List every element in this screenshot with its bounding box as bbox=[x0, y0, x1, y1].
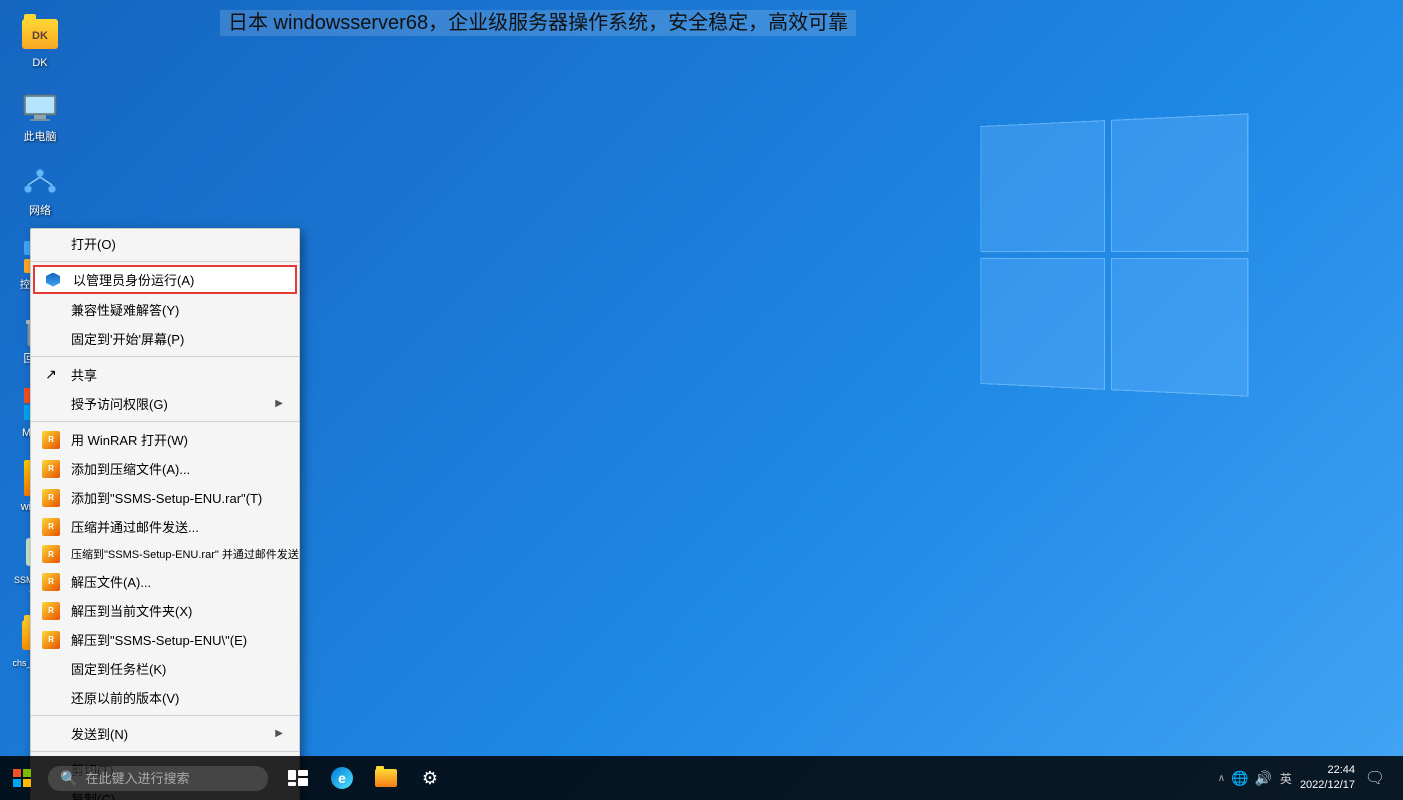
context-menu-open-label: 打开(O) bbox=[71, 234, 116, 253]
desktop-icon-dk[interactable]: DK DK bbox=[5, 10, 75, 74]
top-banner: 日本 windowsserver68，企业级服务器操作系统，安全稳定，高效可靠 bbox=[200, 0, 1403, 41]
winrar-icon-2: R bbox=[41, 459, 61, 479]
context-menu-open-winrar-label: 用 WinRAR 打开(W) bbox=[71, 430, 188, 449]
desktop-icon-dk-label: DK bbox=[32, 57, 47, 70]
task-view-button[interactable] bbox=[276, 756, 320, 800]
context-menu-pin-taskbar[interactable]: 固定到任务栏(K) bbox=[31, 654, 299, 683]
clock[interactable]: 22:44 2022/12/17 bbox=[1300, 763, 1355, 794]
separator-4 bbox=[31, 751, 299, 752]
context-menu-extract-to-folder[interactable]: R 解压到"SSMS-Setup-ENU\"(E) bbox=[31, 625, 299, 654]
separator-2 bbox=[31, 421, 299, 422]
context-menu-compress-ssms-email-label: 压缩到"SSMS-Setup-ENU.rar" 并通过邮件发送 bbox=[71, 546, 299, 562]
context-menu-add-archive-label: 添加到压缩文件(A)... bbox=[71, 459, 190, 478]
win-pane-4 bbox=[1111, 258, 1248, 397]
context-menu-add-to-archive[interactable]: R 添加到压缩文件(A)... bbox=[31, 454, 299, 483]
context-menu-open-with-winrar[interactable]: R 用 WinRAR 打开(W) bbox=[31, 425, 299, 454]
notification-button[interactable]: 🗨 bbox=[1355, 756, 1395, 800]
context-menu-extract-here-label: 解压到当前文件夹(X) bbox=[71, 601, 192, 620]
windows-logo bbox=[973, 120, 1243, 390]
file-explorer-icon bbox=[375, 769, 397, 787]
winrar-icon-1: R bbox=[41, 430, 61, 450]
separator-3 bbox=[31, 715, 299, 716]
context-menu-extract-files[interactable]: R 解压文件(A)... bbox=[31, 567, 299, 596]
share-icon: ↗ bbox=[41, 365, 61, 385]
context-menu-open[interactable]: 打开(O) bbox=[31, 229, 299, 258]
arrow-icon: ▶ bbox=[275, 398, 283, 409]
context-menu-run-as-admin-label: 以管理员身份运行(A) bbox=[73, 270, 194, 289]
context-menu-send-to-label: 发送到(N) bbox=[71, 724, 128, 743]
context-menu-add-to-ssms-rar[interactable]: R 添加到"SSMS-Setup-ENU.rar"(T) bbox=[31, 483, 299, 512]
context-menu-compress-email-label: 压缩并通过邮件发送... bbox=[71, 517, 199, 536]
context-menu-compatibility-label: 兼容性疑难解答(Y) bbox=[71, 300, 179, 319]
separator-1 bbox=[31, 356, 299, 357]
win-pane-3 bbox=[980, 258, 1105, 390]
tray-icons-area: 🌐 🔊 bbox=[1231, 770, 1272, 787]
settings-icon: ⚙ bbox=[422, 768, 438, 789]
notification-icon: 🗨 bbox=[1365, 768, 1385, 788]
context-menu-grant-access-label: 授予访问权限(G) bbox=[71, 394, 168, 413]
network-icon bbox=[22, 167, 58, 197]
tray-chevron-icon[interactable]: ∧ bbox=[1218, 773, 1225, 784]
clock-date: 2022/12/17 bbox=[1300, 778, 1355, 793]
taskbar: 🔍 e ⚙ ∧ bbox=[0, 756, 1403, 800]
edge-icon: e bbox=[331, 767, 353, 789]
winrar-icon-4: R bbox=[41, 517, 61, 537]
context-menu-add-ssms-rar-label: 添加到"SSMS-Setup-ENU.rar"(T) bbox=[71, 488, 262, 507]
desktop-icon-network[interactable]: 网络 bbox=[5, 158, 75, 222]
context-menu-extract-here[interactable]: R 解压到当前文件夹(X) bbox=[31, 596, 299, 625]
language-indicator[interactable]: 英 bbox=[1280, 770, 1292, 787]
winrar-icon-7: R bbox=[41, 601, 61, 621]
separator-0 bbox=[31, 261, 299, 262]
desktop-icon-this-pc[interactable]: 此电脑 bbox=[5, 84, 75, 148]
banner-text: 日本 windowsserver68，企业级服务器操作系统，安全稳定，高效可靠 bbox=[220, 10, 856, 36]
start-button[interactable] bbox=[0, 756, 44, 800]
context-menu-compress-email[interactable]: R 压缩并通过邮件发送... bbox=[31, 512, 299, 541]
clock-time: 22:44 bbox=[1327, 763, 1355, 778]
arrow-icon-2: ▶ bbox=[275, 728, 283, 739]
context-menu-send-to[interactable]: 发送到(N) ▶ bbox=[31, 719, 299, 748]
context-menu-share-label: 共享 bbox=[71, 365, 97, 384]
winrar-icon-3: R bbox=[41, 488, 61, 508]
desktop: 日本 windowsserver68，企业级服务器操作系统，安全稳定，高效可靠 … bbox=[0, 0, 1403, 800]
context-menu-pin-start[interactable]: 固定到'开始'屏幕(P) bbox=[31, 324, 299, 353]
network-tray-icon[interactable]: 🌐 bbox=[1231, 770, 1248, 787]
context-menu-extract-files-label: 解压文件(A)... bbox=[71, 572, 151, 591]
settings-button[interactable]: ⚙ bbox=[408, 756, 452, 800]
task-view-icon bbox=[288, 770, 308, 786]
volume-tray-icon[interactable]: 🔊 bbox=[1254, 770, 1271, 787]
edge-button[interactable]: e bbox=[320, 756, 364, 800]
winrar-icon-6: R bbox=[41, 572, 61, 592]
context-menu-restore-prev-label: 还原以前的版本(V) bbox=[71, 688, 179, 707]
context-menu: 打开(O) 以管理员身份运行(A) 兼容性疑难解答(Y) 固定到'开始'屏幕(P… bbox=[30, 228, 300, 800]
context-menu-pin-taskbar-label: 固定到任务栏(K) bbox=[71, 659, 166, 678]
computer-icon bbox=[22, 93, 58, 123]
win-pane-2 bbox=[1111, 113, 1248, 252]
desktop-icon-network-label: 网络 bbox=[29, 205, 51, 218]
taskbar-search-box[interactable]: 🔍 bbox=[48, 766, 268, 791]
context-menu-pin-start-label: 固定到'开始'屏幕(P) bbox=[71, 329, 184, 348]
search-icon: 🔍 bbox=[60, 770, 77, 787]
winrar-icon-5: R bbox=[41, 544, 61, 564]
context-menu-share[interactable]: ↗ 共享 bbox=[31, 360, 299, 389]
start-icon bbox=[13, 769, 31, 787]
desktop-icon-this-pc-label: 此电脑 bbox=[24, 131, 57, 144]
taskbar-pinned-apps: e ⚙ bbox=[276, 756, 452, 800]
win-pane-1 bbox=[980, 120, 1105, 252]
file-explorer-button[interactable] bbox=[364, 756, 408, 800]
context-menu-grant-access[interactable]: 授予访问权限(G) ▶ bbox=[31, 389, 299, 418]
search-input[interactable] bbox=[85, 771, 256, 786]
context-menu-compress-ssms-email[interactable]: R 压缩到"SSMS-Setup-ENU.rar" 并通过邮件发送 bbox=[31, 541, 299, 567]
context-menu-restore-previous[interactable]: 还原以前的版本(V) bbox=[31, 683, 299, 712]
winrar-icon-8: R bbox=[41, 630, 61, 650]
context-menu-run-as-admin[interactable]: 以管理员身份运行(A) bbox=[33, 265, 297, 294]
system-tray: ∧ 🌐 🔊 英 22:44 2022/12/17 🗨 bbox=[1218, 756, 1403, 800]
context-menu-compatibility[interactable]: 兼容性疑难解答(Y) bbox=[31, 295, 299, 324]
context-menu-extract-folder-label: 解压到"SSMS-Setup-ENU\"(E) bbox=[71, 630, 247, 649]
shield-icon bbox=[45, 270, 65, 290]
